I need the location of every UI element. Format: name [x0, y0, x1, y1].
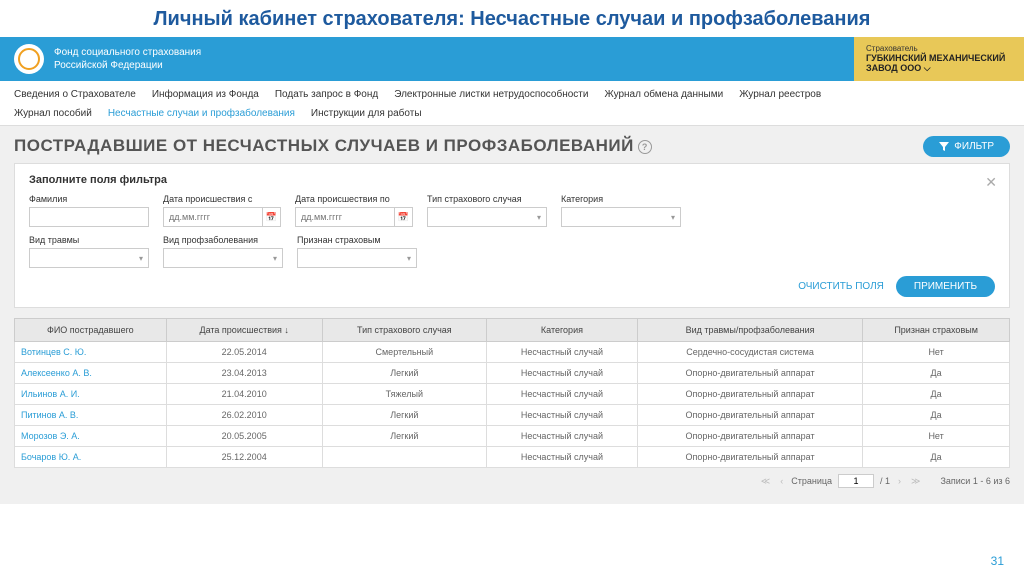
column-header[interactable]: Дата происшествия ↓ — [166, 319, 322, 342]
column-header[interactable]: ФИО пострадавшего — [15, 319, 167, 342]
table-cell: Несчастный случай — [486, 363, 637, 384]
table-cell: Опорно-двигательный аппарат — [637, 384, 862, 405]
nav-item[interactable]: Информация из Фонда — [152, 87, 259, 102]
clear-link[interactable]: ОЧИСТИТЬ ПОЛЯ — [798, 281, 884, 292]
table-cell: 21.04.2010 — [166, 384, 322, 405]
user-name: ГУБКИНСКИЙ МЕХАНИЧЕСКИЙ ЗАВОД ООО ⌵ — [866, 54, 1012, 74]
table-row: Ильинов А. И.21.04.2010ТяжелыйНесчастный… — [15, 384, 1010, 405]
column-header[interactable]: Тип страхового случая — [322, 319, 486, 342]
column-header[interactable]: Признан страховым — [863, 319, 1010, 342]
table-cell[interactable]: Бочаров Ю. А. — [15, 447, 167, 468]
funnel-icon — [939, 142, 949, 152]
close-icon[interactable]: ✕ — [985, 174, 997, 191]
table-cell: Несчастный случай — [486, 342, 637, 363]
apply-button[interactable]: ПРИМЕНИТЬ — [896, 276, 995, 297]
table-cell: Опорно-двигательный аппарат — [637, 405, 862, 426]
case-type-select[interactable]: ▾ — [427, 207, 547, 227]
category-select[interactable]: ▾ — [561, 207, 681, 227]
chevron-down-icon: ▾ — [139, 254, 143, 263]
table-cell: Опорно-двигательный аппарат — [637, 426, 862, 447]
page-input[interactable] — [838, 474, 874, 488]
table-row: Морозов Э. А.20.05.2005ЛегкийНесчастный … — [15, 426, 1010, 447]
table-cell — [322, 447, 486, 468]
chevron-down-icon: ▾ — [407, 254, 411, 263]
nav-item[interactable]: Сведения о Страхователе — [14, 87, 136, 102]
column-header[interactable]: Вид травмы/профзаболевания — [637, 319, 862, 342]
nav-item[interactable]: Журнал обмена данными — [604, 87, 723, 102]
help-icon[interactable]: ? — [638, 140, 652, 154]
table-cell: 25.12.2004 — [166, 447, 322, 468]
chevron-down-icon: ▾ — [537, 213, 541, 222]
table-cell[interactable]: Питинов А. В. — [15, 405, 167, 426]
table-cell: Тяжелый — [322, 384, 486, 405]
header-bar: Фонд социального страхования Российской … — [0, 37, 1024, 81]
first-page-icon[interactable]: ≪ — [759, 476, 772, 487]
user-label: Страхователь — [866, 44, 1012, 53]
org-line2: Российской Федерации — [54, 59, 201, 72]
table-cell: Да — [863, 447, 1010, 468]
page-title: ПОСТРАДАВШИЕ ОТ НЕСЧАСТНЫХ СЛУЧАЕВ И ПРО… — [14, 136, 652, 156]
org-line1: Фонд социального страхования — [54, 46, 201, 59]
surname-input[interactable] — [29, 207, 149, 227]
table-cell: 22.05.2014 — [166, 342, 322, 363]
is-insured-select[interactable]: ▾ — [297, 248, 417, 268]
table-row: Питинов А. В.26.02.2010ЛегкийНесчастный … — [15, 405, 1010, 426]
logo-icon — [14, 44, 44, 74]
pager: ≪ ‹ Страница / 1 › ≫ Записи 1 - 6 из 6 — [14, 468, 1010, 494]
slide-number: 31 — [991, 554, 1004, 568]
table-row: Бочаров Ю. А.25.12.2004 Несчастный случай… — [15, 447, 1010, 468]
table-cell: Опорно-двигательный аппарат — [637, 447, 862, 468]
table-cell[interactable]: Алексеенко А. В. — [15, 363, 167, 384]
table-cell: Да — [863, 384, 1010, 405]
filter-title: Заполните поля фильтра — [29, 174, 995, 186]
calendar-icon[interactable]: 📅 — [395, 207, 413, 227]
table-cell: 26.02.2010 — [166, 405, 322, 426]
nav-bar: Сведения о Страхователе Информация из Фон… — [0, 81, 1024, 126]
table-cell[interactable]: Ильинов А. И. — [15, 384, 167, 405]
next-page-icon[interactable]: › — [896, 476, 903, 486]
table-cell: 23.04.2013 — [166, 363, 322, 384]
filter-button[interactable]: ФИЛЬТР — [923, 136, 1010, 157]
occ-disease-select[interactable]: ▾ — [163, 248, 283, 268]
table-cell: Легкий — [322, 426, 486, 447]
date-to-input[interactable] — [295, 207, 395, 227]
nav-item[interactable]: Журнал реестров — [739, 87, 821, 102]
date-from-input[interactable] — [163, 207, 263, 227]
column-header[interactable]: Категория — [486, 319, 637, 342]
calendar-icon[interactable]: 📅 — [263, 207, 281, 227]
table-cell: Нет — [863, 426, 1010, 447]
slide-title: Личный кабинет страхователя: Несчастные … — [0, 0, 1024, 37]
nav-item[interactable]: Подать запрос в Фонд — [275, 87, 378, 102]
table-cell: Нет — [863, 342, 1010, 363]
nav-item-active[interactable]: Несчастные случаи и профзаболевания — [108, 106, 295, 121]
table-cell[interactable]: Вотинцев С. Ю. — [15, 342, 167, 363]
table-cell[interactable]: Морозов Э. А. — [15, 426, 167, 447]
table-cell: Опорно-двигательный аппарат — [637, 363, 862, 384]
last-page-icon[interactable]: ≫ — [909, 476, 922, 487]
table-cell: Несчастный случай — [486, 426, 637, 447]
table-cell: 20.05.2005 — [166, 426, 322, 447]
table-row: Алексеенко А. В.23.04.2013ЛегкийНесчастн… — [15, 363, 1010, 384]
table-cell: Легкий — [322, 363, 486, 384]
records-label: Записи 1 - 6 из 6 — [940, 476, 1010, 486]
table-cell: Да — [863, 363, 1010, 384]
table-cell: Несчастный случай — [486, 384, 637, 405]
table-cell: Сердечно-сосудистая система — [637, 342, 862, 363]
chevron-down-icon: ▾ — [671, 213, 675, 222]
table-cell: Легкий — [322, 405, 486, 426]
table-cell: Несчастный случай — [486, 405, 637, 426]
table-cell: Смертельный — [322, 342, 486, 363]
nav-item[interactable]: Электронные листки нетрудоспособности — [394, 87, 588, 102]
chevron-down-icon: ▾ — [273, 254, 277, 263]
results-table: ФИО пострадавшегоДата происшествия ↓Тип … — [14, 318, 1010, 468]
nav-item-journal[interactable]: Журнал пособий — [14, 106, 92, 121]
user-selector[interactable]: Страхователь ГУБКИНСКИЙ МЕХАНИЧЕСКИЙ ЗАВ… — [854, 37, 1024, 81]
prev-page-icon[interactable]: ‹ — [778, 476, 785, 486]
table-row: Вотинцев С. Ю.22.05.2014СмертельныйНесча… — [15, 342, 1010, 363]
filter-panel: ✕ Заполните поля фильтра Фамилия Дата пр… — [14, 163, 1010, 308]
table-cell: Несчастный случай — [486, 447, 637, 468]
table-cell: Да — [863, 405, 1010, 426]
nav-item-instructions[interactable]: Инструкции для работы — [311, 106, 422, 121]
injury-type-select[interactable]: ▾ — [29, 248, 149, 268]
